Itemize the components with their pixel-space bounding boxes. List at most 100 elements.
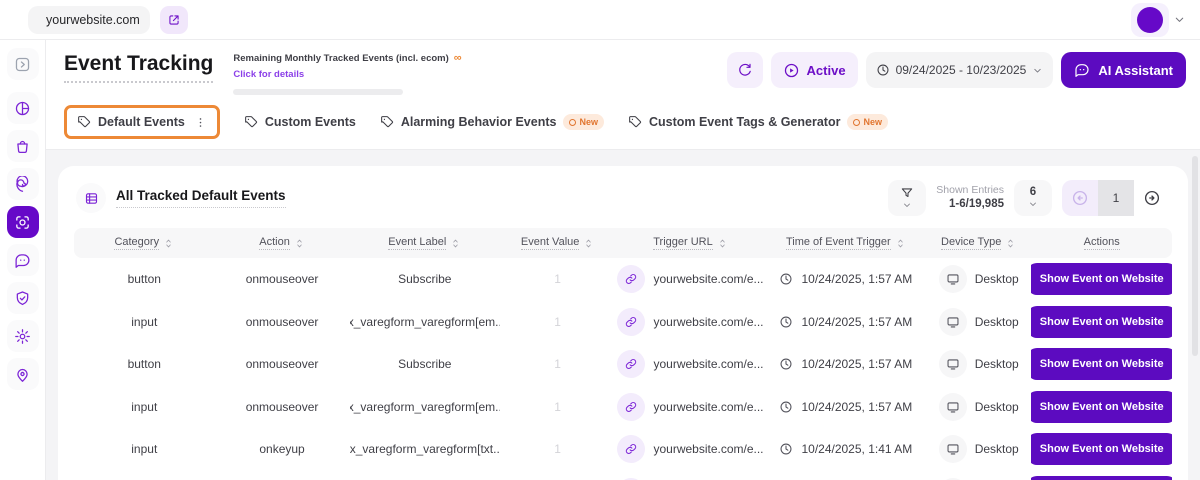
arrow-left-circle-icon	[1071, 189, 1089, 207]
cell-action: onmouseover	[215, 272, 350, 286]
remaining-events-progressbar	[233, 89, 403, 95]
tab-custom-events[interactable]: Custom Events	[244, 115, 356, 129]
trigger-url-text: yourwebsite.com/e...	[653, 272, 763, 286]
cell-device: Desktop	[926, 350, 1031, 378]
sidebar-item-ecommerce[interactable]	[7, 130, 39, 162]
tab-alarming-behavior-events[interactable]: Alarming Behavior Events New	[380, 114, 604, 130]
show-event-button[interactable]: Show Event on Website	[1031, 263, 1172, 295]
page-title: Event Tracking	[64, 52, 213, 83]
column-time-of-event[interactable]: Time of Event Trigger	[766, 236, 926, 250]
pie-chart-icon	[14, 100, 31, 117]
chat-bubble-icon	[1074, 62, 1090, 78]
cell-trigger-url[interactable]: yourwebsite.com/e...	[615, 435, 765, 463]
vertical-scrollbar[interactable]	[1192, 156, 1198, 356]
column-event-label[interactable]: Event Label	[350, 236, 500, 250]
sidebar-item-panel-toggle[interactable]	[7, 48, 39, 80]
sidebar-item-analytics[interactable]	[7, 92, 39, 124]
cell-trigger-url[interactable]: yourwebsite.com/e...	[615, 393, 765, 421]
sort-icon[interactable]	[717, 238, 728, 249]
refresh-button[interactable]	[727, 52, 763, 88]
account-menu[interactable]	[1131, 3, 1186, 37]
table-row: input onkeyup tx_varegform_varegform[txt…	[74, 428, 1172, 471]
cell-time: 10/24/2025, 1:57 AM	[766, 272, 926, 286]
cell-trigger-url[interactable]: yourwebsite.com/e...	[615, 308, 765, 336]
page-size-selector[interactable]: 6	[1014, 180, 1052, 216]
card-header: All Tracked Default Events Shown Entries…	[74, 178, 1172, 228]
table-row: input onmouseover tx_varegform_varegform…	[74, 386, 1172, 429]
date-range-picker[interactable]: 09/24/2025 - 10/23/2025	[866, 52, 1054, 88]
sidebar-item-privacy[interactable]	[7, 282, 39, 314]
monitor-icon	[939, 308, 967, 336]
tab-label: Custom Event Tags & Generator	[649, 115, 840, 129]
workspace: All Tracked Default Events Shown Entries…	[46, 150, 1200, 480]
events-table-card: All Tracked Default Events Shown Entries…	[58, 166, 1188, 480]
monitor-icon	[939, 393, 967, 421]
spiral-icon	[14, 176, 31, 193]
show-event-button[interactable]: Show Event on Website	[1031, 348, 1172, 380]
ai-assistant-label: AI Assistant	[1098, 63, 1173, 78]
column-action[interactable]: Action	[215, 236, 350, 250]
top-bar: yourwebsite.com	[0, 0, 1200, 40]
chevron-down-icon	[1173, 13, 1186, 26]
new-badge: New	[847, 114, 888, 130]
cell-time: 10/24/2025, 1:57 AM	[766, 400, 926, 414]
next-page-button[interactable]	[1134, 180, 1170, 216]
new-badge: New	[563, 114, 604, 130]
avatar	[1137, 7, 1163, 33]
cell-actions: Show Event on Website	[1031, 391, 1172, 423]
tracking-status-button[interactable]: Active	[771, 52, 858, 88]
column-device-type[interactable]: Device Type	[926, 236, 1031, 250]
infinity-value: ∞	[454, 53, 462, 64]
kebab-menu-icon[interactable]	[194, 116, 207, 129]
header-actions: Active 09/24/2025 - 10/23/2025 AI Assist…	[727, 52, 1186, 88]
link-icon	[617, 350, 645, 378]
sort-icon[interactable]	[583, 238, 594, 249]
sidebar-item-settings[interactable]	[7, 320, 39, 352]
sidebar-item-recordings[interactable]	[7, 168, 39, 200]
current-page[interactable]: 1	[1098, 180, 1134, 216]
avatar-container	[1131, 3, 1169, 37]
shield-check-icon	[14, 290, 31, 307]
show-event-button[interactable]: Show Event on Website	[1031, 433, 1172, 465]
website-selector[interactable]: yourwebsite.com	[28, 6, 150, 34]
show-event-button[interactable]: Show Event on Website	[1031, 391, 1172, 423]
clock-icon	[876, 63, 890, 77]
shown-entries-label: Shown Entries	[936, 184, 1004, 198]
open-website-button[interactable]	[160, 6, 188, 34]
column-category[interactable]: Category	[74, 236, 215, 250]
sort-icon[interactable]	[895, 238, 906, 249]
cell-actions: Show Event on Website	[1031, 306, 1172, 338]
cell-event-value: 1	[500, 272, 615, 286]
click-for-details-link[interactable]: Click for details	[233, 69, 304, 80]
clock-icon	[779, 272, 793, 286]
cell-action: onmouseover	[215, 400, 350, 414]
show-event-button[interactable]: Show Event on Website	[1031, 306, 1172, 338]
ai-assistant-button[interactable]: AI Assistant	[1061, 52, 1186, 88]
cell-trigger-url[interactable]: yourwebsite.com/e...	[615, 350, 765, 378]
table-row: input onkeyup tx_varegform_varegform[txt…	[74, 471, 1172, 480]
gear-icon	[14, 328, 31, 345]
column-event-value[interactable]: Event Value	[500, 236, 615, 250]
shopping-bag-icon	[14, 138, 31, 155]
link-icon	[617, 308, 645, 336]
previous-page-button[interactable]	[1062, 180, 1098, 216]
cell-trigger-url[interactable]: yourwebsite.com/e...	[615, 265, 765, 293]
remaining-events-widget[interactable]: Remaining Monthly Tracked Events (incl. …	[233, 53, 461, 95]
column-trigger-url[interactable]: Trigger URL	[615, 236, 765, 250]
show-event-button[interactable]: Show Event on Website	[1031, 476, 1172, 480]
link-icon	[617, 265, 645, 293]
sort-icon[interactable]	[450, 238, 461, 249]
tab-custom-event-tags-generator[interactable]: Custom Event Tags & Generator New	[628, 114, 888, 130]
sort-icon[interactable]	[1005, 238, 1016, 249]
cell-event-label: Subscribe	[350, 357, 500, 371]
sort-icon[interactable]	[294, 238, 305, 249]
tab-label: Alarming Behavior Events	[401, 115, 557, 129]
tab-default-events[interactable]: Default Events	[64, 105, 220, 139]
cell-action: onkeyup	[215, 442, 350, 456]
sort-icon[interactable]	[163, 238, 174, 249]
filter-button[interactable]	[888, 180, 926, 216]
trigger-url-text: yourwebsite.com/e...	[653, 315, 763, 329]
sidebar-item-event-tracking[interactable]	[7, 206, 39, 238]
sidebar-item-feedback[interactable]	[7, 244, 39, 276]
sidebar-item-visitors[interactable]	[7, 358, 39, 390]
